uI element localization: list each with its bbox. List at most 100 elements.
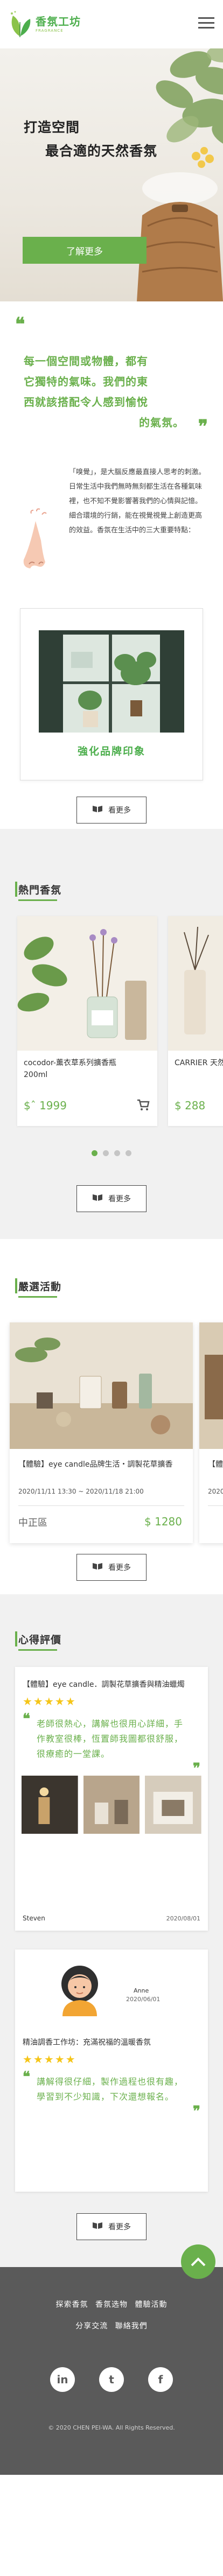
events-more-button[interactable]: 看更多 xyxy=(76,1554,147,1581)
event-date: 2020/11/11 13:30 ~ 2020/11/18 21:00 xyxy=(18,1488,144,1495)
page: 香氛工坊 FRAGRANCE 打造空間 最合適的天然香氛 了解更多 ❝ 每一個空… xyxy=(0,0,223,2576)
intro-section: ❝ 每一個空間或物體，都有 它獨特的氣味。我們的東 西就該搭配令人感到愉悅 的氣… xyxy=(0,301,223,1276)
carousel-dot[interactable] xyxy=(103,1150,109,1156)
menu-icon[interactable] xyxy=(198,17,214,29)
carousel-dots[interactable] xyxy=(0,1150,223,1156)
products-more-label: 看更多 xyxy=(108,1195,131,1203)
intro-quote-line: 它獨特的氣味。我們的東 xyxy=(24,375,148,388)
linkedin-icon[interactable]: in xyxy=(50,2367,75,2392)
intro-description: 「嗅覺」，是大腦反應最直接人思考的刺激。日常生活中我們無時無刻都生活在各種氣味裡… xyxy=(69,468,206,534)
review-quote: 講解得很仔細，製作過程也很有趣，學習到不少知識，下次還想報名。 xyxy=(37,2077,184,2102)
footer-link-events[interactable]: 體驗活動 xyxy=(135,2300,167,2309)
nose-icon xyxy=(15,465,64,586)
reviews-more-label: 看更多 xyxy=(108,2223,131,2232)
learn-more-button[interactable]: 了解更多 xyxy=(23,237,147,264)
close-quote-icon: ❞ xyxy=(198,416,208,438)
reviews-heading: 心得評價 xyxy=(18,1634,62,1646)
product-card[interactable]: cocodor-薰衣草系列擴香瓶200ml $ˆ 1999 xyxy=(17,916,157,1126)
review-quote-block: ❝ 講解得很仔細，製作過程也很有趣，學習到不少知識，下次還想報名。 ❞ xyxy=(15,2066,208,2118)
event-date: 2020/1 xyxy=(208,1488,223,1495)
review-date: 2020/08/01 xyxy=(166,1915,200,1922)
book-icon xyxy=(92,1194,103,1203)
facebook-icon[interactable]: f xyxy=(148,2367,173,2392)
review-quote-block: ❝ 老師很熱心，講解也很用心詳細，手作教室很棒，恆置師我圖都很舒服，很療癒的一堂… xyxy=(15,1708,208,1776)
product-image xyxy=(168,916,223,1051)
hero-banner: 打造空間 最合適的天然香氛 了解更多 xyxy=(0,48,223,301)
footer-link-explore[interactable]: 探索香氛 xyxy=(56,2300,88,2309)
events-more-label: 看更多 xyxy=(108,1564,131,1572)
copyright: © 2020 CHEN PEI-WA. All Rights Reserved. xyxy=(48,2424,175,2431)
section-heading-events: 嚴選活動 xyxy=(0,1272,223,1299)
open-quote-icon: ❝ xyxy=(23,2069,30,2085)
reviewer-name: Anne xyxy=(134,1987,149,1994)
product-card[interactable]: CARRIER 天然擴香 $ 288 xyxy=(168,916,223,1126)
review-card[interactable]: Anne 2020/06/01 精油調香工作坊：充滿祝福的溫暖香氛 ★★★★★ … xyxy=(15,1949,208,2192)
intro-more-label: 看更多 xyxy=(108,806,131,815)
close-quote-icon: ❞ xyxy=(193,1761,200,1777)
product-price: $ 288 xyxy=(175,1099,206,1112)
open-quote-icon: ❝ xyxy=(15,314,25,335)
product-price: $ˆ 1999 xyxy=(24,1099,67,1112)
reviews-section: 心得評價 【體驗】eye candle．調製花草擴香與精油蠟燭 ★★★★★ ❝ … xyxy=(0,1594,223,2267)
book-icon xyxy=(92,2222,103,2232)
carousel-dot[interactable] xyxy=(92,1150,97,1156)
intro-quote-line: 西就該搭配令人感到愉悅 xyxy=(24,396,148,409)
review-date: 2020/06/01 xyxy=(126,1996,161,2003)
logo[interactable]: 香氛工坊 FRAGRANCE xyxy=(8,10,81,38)
product-name[interactable]: cocodor-薰衣草系列擴香瓶200ml xyxy=(24,1057,131,1081)
logo-name: 香氛工坊 xyxy=(36,15,81,28)
intro-more-button[interactable]: 看更多 xyxy=(76,797,147,824)
event-location: 中正區 xyxy=(18,1517,47,1529)
intro-quote-block: ❝ 每一個空間或物體，都有 它獨特的氣味。我們的東 西就該搭配令人感到愉悅 的氣… xyxy=(0,312,223,458)
carousel-dot[interactable] xyxy=(114,1150,120,1156)
featured-events-section: 嚴選活動 【體驗】eye candle品牌生活・調製花草擴香 2020/11/1… xyxy=(0,1239,223,1594)
back-to-top-button[interactable] xyxy=(181,2244,215,2279)
event-price: $ 1280 xyxy=(144,1515,182,1528)
event-card[interactable]: 【體驗】 2020/1 xyxy=(199,1322,223,1543)
footer-link-contact[interactable]: 聯絡我們 xyxy=(115,2322,148,2331)
review-photo[interactable] xyxy=(145,1776,202,1834)
star-rating: ★★★★★ xyxy=(23,2053,76,2066)
brand-caption: 強化品牌印象 xyxy=(77,745,145,757)
product-carousel[interactable]: cocodor-薰衣草系列擴香瓶200ml $ˆ 1999 CARRIER 天然… xyxy=(17,916,223,1126)
event-title[interactable]: 【體驗】 xyxy=(208,1459,223,1470)
product-image xyxy=(17,916,157,1051)
heading-accent-bar xyxy=(15,882,17,897)
review-photo[interactable] xyxy=(22,1776,78,1834)
hero-title: 打造空間 最合適的天然香氛 xyxy=(24,116,157,163)
review-photo[interactable] xyxy=(83,1776,140,1834)
intro-quote-line: 每一個空間或物體，都有 xyxy=(24,355,148,368)
cart-icon[interactable] xyxy=(137,1099,150,1113)
book-icon xyxy=(92,805,103,815)
star-rating: ★★★★★ xyxy=(23,1695,76,1708)
event-image xyxy=(10,1322,193,1449)
intro-body: 「嗅覺」，是大腦反應最直接人思考的刺激。日常生活中我們無時無刻都生活在各種氣味裡… xyxy=(0,465,223,586)
footer-link-shop[interactable]: 香氛选物 xyxy=(95,2300,128,2309)
section-heading-products: 熱門香氛 xyxy=(0,876,223,903)
reviews-more-button[interactable]: 看更多 xyxy=(76,2213,147,2240)
site-footer: 探索香氛 香氛选物 體驗活動 分享交流 聯絡我們 in t f © 2020 C… xyxy=(0,2244,223,2475)
close-quote-icon: ❞ xyxy=(193,2103,200,2120)
review-title[interactable]: 【體驗】eye candle．調製花草擴香與精油蠟燭 xyxy=(15,1667,208,1691)
footer-link-share[interactable]: 分享交流 xyxy=(75,2322,108,2331)
review-card[interactable]: 【體驗】eye candle．調製花草擴香與精油蠟燭 ★★★★★ ❝ 老師很熱心… xyxy=(15,1667,208,1931)
products-more-button[interactable]: 看更多 xyxy=(76,1185,147,1212)
carousel-dot[interactable] xyxy=(126,1150,131,1156)
review-title[interactable]: 精油調香工作坊：充滿祝福的溫暖香氛 xyxy=(15,2030,208,2049)
review-quote: 老師很熱心，講解也很用心詳細，手作教室很棒，恆置師我圖都很舒服，很療癒的一堂課。 xyxy=(37,1719,184,1759)
intro-quote: 每一個空間或物體，都有 它獨特的氣味。我們的東 西就該搭配令人感到愉悅 的氣氛。 xyxy=(24,328,199,433)
hero-title-line2: 最合適的天然香氛 xyxy=(45,143,158,159)
event-image xyxy=(199,1322,223,1449)
twitter-icon[interactable]: t xyxy=(99,2367,124,2392)
hero-title-line1: 打造空間 xyxy=(24,119,80,135)
avatar xyxy=(61,1966,98,2016)
products-heading: 熱門香氛 xyxy=(18,884,62,896)
product-name[interactable]: CARRIER 天然擴香 xyxy=(175,1057,223,1069)
book-icon xyxy=(92,1563,103,1572)
event-title[interactable]: 【體驗】eye candle品牌生活・調製花草擴香 xyxy=(18,1459,180,1470)
event-card[interactable]: 【體驗】eye candle品牌生活・調製花草擴香 2020/11/11 13:… xyxy=(10,1322,193,1543)
brand-impression-card[interactable]: 強化品牌印象 xyxy=(20,608,203,780)
chevron-up-icon xyxy=(191,2257,206,2267)
event-carousel[interactable]: 【體驗】eye candle品牌生活・調製花草擴香 2020/11/11 13:… xyxy=(10,1322,223,1543)
review-photos xyxy=(15,1762,208,1834)
